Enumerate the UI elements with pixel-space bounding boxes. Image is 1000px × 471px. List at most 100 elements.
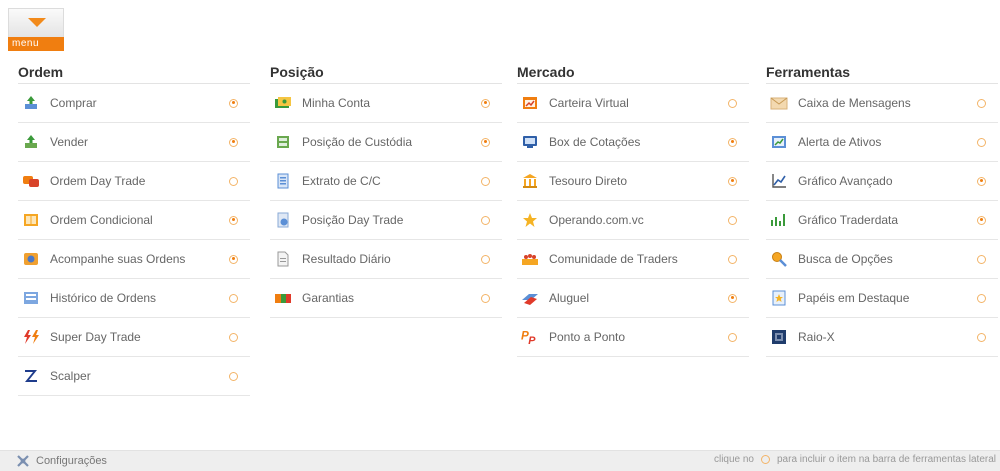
toolbar-toggle-radio[interactable] [481, 176, 490, 186]
menu-item[interactable]: Acompanhe suas Ordens [18, 240, 250, 279]
menu-button[interactable]: menu [8, 8, 64, 51]
menu-column-ferramentas: Ferramentas Caixa de Mensagens Alerta de A… [766, 62, 998, 357]
menu-item[interactable]: Gráfico Avançado [766, 162, 998, 201]
menu-item-label: Vender [50, 135, 89, 149]
toolbar-toggle-radio[interactable] [481, 98, 490, 108]
menu-item-label: Aluguel [549, 291, 590, 305]
menu-item[interactable]: Raio-X [766, 318, 998, 357]
menu-item[interactable]: Ordem Day Trade [18, 162, 250, 201]
toolbar-toggle-radio[interactable] [229, 215, 238, 225]
settings-button[interactable]: Configurações [16, 454, 107, 468]
menu-item[interactable]: Posição Day Trade [270, 201, 502, 240]
toolbar-toggle-radio[interactable] [481, 137, 490, 147]
custody-icon [274, 133, 292, 151]
day-trade-order-icon [22, 172, 40, 190]
search-options-icon [770, 250, 788, 268]
menu-item[interactable]: Comprar [18, 84, 250, 123]
toolbar-toggle-radio[interactable] [977, 176, 986, 186]
menu-item[interactable]: Caixa de Mensagens [766, 84, 998, 123]
menu-item-label: Super Day Trade [50, 330, 141, 344]
toolbar-toggle-radio[interactable] [728, 98, 737, 108]
menu-item[interactable]: Box de Cotações [517, 123, 749, 162]
menu-item[interactable]: Carteira Virtual [517, 84, 749, 123]
menu-item-label: Caixa de Mensagens [798, 96, 911, 110]
toolbar-toggle-radio[interactable] [728, 215, 737, 225]
xray-icon [770, 328, 788, 346]
menu-item[interactable]: Histórico de Ordens [18, 279, 250, 318]
toolbar-toggle-radio[interactable] [728, 176, 737, 186]
toolbar-toggle-radio[interactable] [481, 254, 490, 264]
treasury-icon [521, 172, 539, 190]
advanced-chart-icon [770, 172, 788, 190]
menu-item-label: Ordem Day Trade [50, 174, 146, 188]
document-icon [274, 250, 292, 268]
conditional-order-icon [22, 211, 40, 229]
chevron-down-icon [28, 18, 46, 27]
toolbar-toggle-radio[interactable] [229, 371, 238, 381]
toolbar-toggle-radio[interactable] [977, 215, 986, 225]
toolbar-toggle-radio[interactable] [977, 332, 986, 342]
toolbar-toggle-radio[interactable] [728, 137, 737, 147]
virtual-wallet-icon [521, 94, 539, 112]
menu-item[interactable]: Posição de Custódia [270, 123, 502, 162]
toolbar-toggle-radio[interactable] [481, 215, 490, 225]
menu-item[interactable]: Resultado Diário [270, 240, 502, 279]
menu-item[interactable]: Super Day Trade [18, 318, 250, 357]
menu-item-label: Scalper [50, 369, 91, 383]
toolbar-toggle-radio[interactable] [728, 332, 737, 342]
menu-item-label: Gráfico Traderdata [798, 213, 899, 227]
hint-text-before: clique no [713, 454, 754, 465]
menu-item[interactable]: Comunidade de Traders [517, 240, 749, 279]
svg-text:P: P [528, 335, 536, 346]
menu-item[interactable]: Garantias [270, 279, 502, 318]
toolbar-toggle-radio[interactable] [728, 254, 737, 264]
toolbar-toggle-radio[interactable] [977, 137, 986, 147]
toolbar-toggle-radio[interactable] [229, 332, 238, 342]
toolbar-toggle-radio[interactable] [977, 293, 986, 303]
menu-item-label: Histórico de Ordens [50, 291, 157, 305]
lightning-icon [22, 328, 40, 346]
rent-icon [521, 289, 539, 307]
day-trade-position-icon [274, 211, 292, 229]
column-heading: Mercado [517, 62, 749, 84]
menu-item[interactable]: Scalper [18, 357, 250, 396]
menu-label: menu [8, 37, 64, 51]
toolbar-toggle-radio[interactable] [481, 293, 490, 303]
menu-item[interactable]: P P Ponto a Ponto [517, 318, 749, 357]
menu-item[interactable]: Operando.com.vc [517, 201, 749, 240]
menu-toggle[interactable] [8, 8, 64, 37]
statement-icon [274, 172, 292, 190]
toolbar-toggle-radio[interactable] [977, 254, 986, 264]
menu-item[interactable]: Extrato de C/C [270, 162, 502, 201]
toolbar-toggle-radio[interactable] [229, 137, 238, 147]
community-icon [521, 250, 539, 268]
menu-item[interactable]: Minha Conta [270, 84, 502, 123]
menu-item[interactable]: Ordem Condicional [18, 201, 250, 240]
menu-item-label: Busca de Opções [798, 252, 893, 266]
sell-icon [22, 133, 40, 151]
menu-item-label: Tesouro Direto [549, 174, 628, 188]
pp-icon: PP [521, 328, 539, 346]
toolbar-toggle-radio[interactable] [977, 98, 986, 108]
buy-icon [22, 94, 40, 112]
menu-item[interactable]: Tesouro Direto [517, 162, 749, 201]
guarantees-icon [274, 289, 292, 307]
menu-column-mercado: Mercado Carteira Virtual Box de Cotações Te… [517, 62, 749, 357]
toolbar-toggle-radio[interactable] [229, 98, 238, 108]
menu-item[interactable]: Busca de Opções [766, 240, 998, 279]
toolbar-toggle-radio[interactable] [229, 254, 238, 264]
footer-bar: Configurações clique no para incluir o i… [0, 450, 1000, 471]
menu-item[interactable]: Papéis em Destaque [766, 279, 998, 318]
settings-icon [17, 455, 29, 467]
menu-item-label: Comprar [50, 96, 97, 110]
menu-item[interactable]: Vender [18, 123, 250, 162]
toolbar-toggle-radio[interactable] [229, 293, 238, 303]
menu-item[interactable]: Alerta de Ativos [766, 123, 998, 162]
toolbar-toggle-radio[interactable] [728, 293, 737, 303]
menu-item[interactable]: Gráfico Traderdata [766, 201, 998, 240]
menu-item-label: Operando.com.vc [549, 213, 644, 227]
toolbar-toggle-radio[interactable] [229, 176, 238, 186]
menu-item[interactable]: Aluguel [517, 279, 749, 318]
column-heading: Ordem [18, 62, 250, 84]
star-icon [521, 211, 539, 229]
